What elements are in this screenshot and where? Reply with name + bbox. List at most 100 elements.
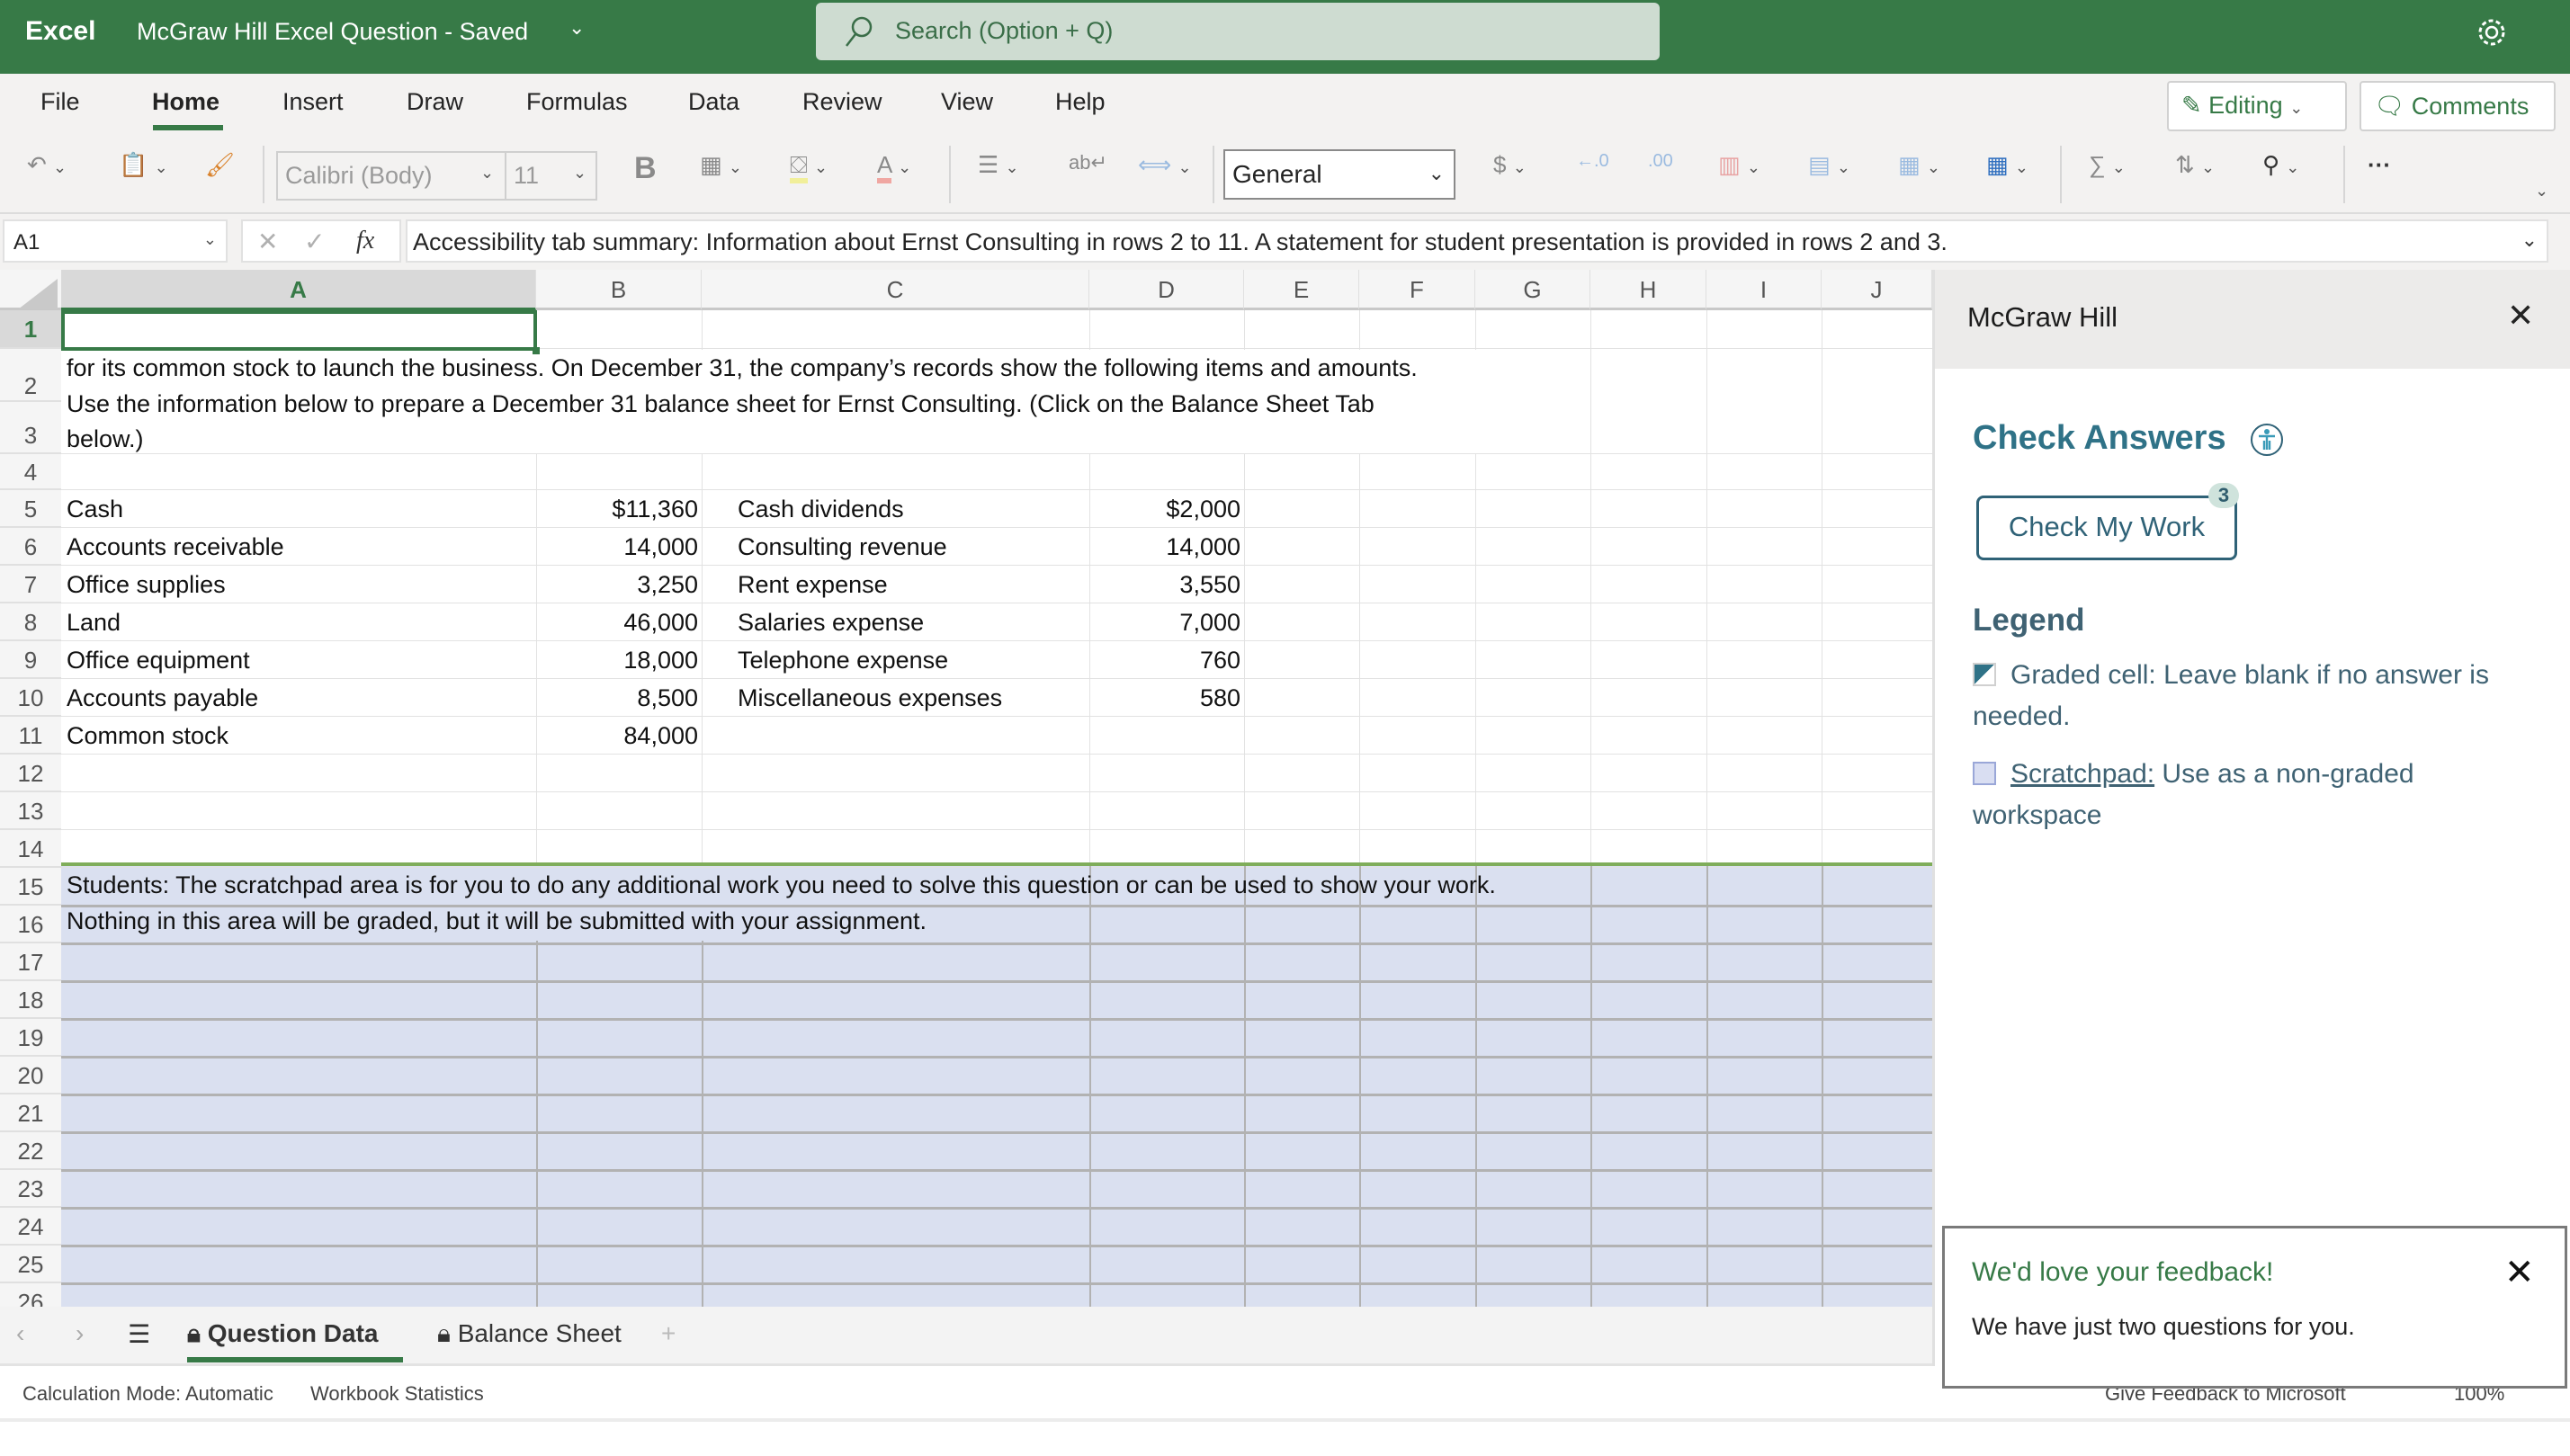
wrap-text-icon[interactable]: ab↵ [1069,151,1107,201]
sort-filter-button[interactable]: ⇅ ⌄ [2175,151,2215,201]
prev-sheet-chevron-icon[interactable]: ‹ [16,1319,24,1348]
cancel-icon[interactable]: ✕ [257,227,278,256]
function-icon[interactable]: fx [356,227,374,255]
insert-cells-button[interactable]: ▥ ⌄ [1718,151,1760,201]
select-all-corner[interactable] [0,270,61,310]
row-header-7[interactable]: 7 [0,566,61,603]
confirm-icon[interactable]: ✓ [304,227,325,256]
item-value-cell[interactable]: 580 [1089,679,1244,717]
item-label-cell[interactable]: Salaries expense [734,603,927,641]
font-name-select[interactable]: Calibri (Body) [285,162,433,190]
row-header-16[interactable]: 16 [0,906,61,943]
add-sheet-button[interactable]: + [661,1319,676,1348]
sheet-tab-balance-sheet[interactable]: 🔒︎ Balance Sheet [437,1319,622,1349]
undo-button[interactable]: ↶ ⌄ [27,151,67,201]
row-header-13[interactable]: 13 [0,792,61,830]
row-header-14[interactable]: 14 [0,830,61,868]
statement-line-3[interactable]: below.) [63,420,148,458]
format-painter-icon[interactable]: 🖌 [205,151,235,201]
paste-button[interactable]: 📋 ⌄ [119,151,168,201]
tab-review[interactable]: Review [802,88,882,116]
row-header-2[interactable]: 2 [0,349,61,402]
item-label-cell[interactable]: Common stock [63,717,232,755]
item-value-cell[interactable]: $2,000 [1089,490,1244,528]
tab-home[interactable]: Home [152,88,219,116]
item-label-cell[interactable]: Cash [63,490,127,528]
row-header-11[interactable]: 11 [0,717,61,755]
feedback-body[interactable]: We have just two questions for you. [1972,1313,2355,1341]
spreadsheet-grid[interactable]: ABCDEFGHIJ 1 2 3 4 5 6 7 8 9 10 11 12 13 14 15 16 17 18 19… [0,270,1932,1307]
statement-line-1[interactable]: for its common stock to launch the busin… [63,349,1421,387]
bold-button[interactable]: B [634,151,657,201]
decrease-decimal-icon[interactable]: ←.0 [1576,151,1609,201]
item-value-cell[interactable]: 18,000 [536,641,702,679]
formula-input[interactable]: Accessibility tab summary: Information a… [406,219,2548,263]
close-icon[interactable]: ✕ [2504,1252,2535,1293]
conditional-format-button[interactable]: ▤ ⌄ [1808,151,1850,201]
calculation-mode[interactable]: Calculation Mode: Automatic [22,1382,273,1406]
item-value-cell[interactable]: 3,250 [536,566,702,603]
scratchpad-link[interactable]: Scratchpad: [2010,759,2154,789]
column-header-h[interactable]: H [1590,270,1706,310]
accessibility-icon[interactable] [2250,423,2284,457]
row-header-25[interactable]: 25 [0,1246,61,1283]
expand-formula-chevron-icon[interactable]: ⌄ [2521,228,2538,252]
row-header-19[interactable]: 19 [0,1019,61,1057]
chevron-down-icon[interactable]: ⌄ [569,16,585,40]
row-header-12[interactable]: 12 [0,755,61,792]
column-header-i[interactable]: I [1706,270,1822,310]
scratchpad-note-1[interactable]: Students: The scratchpad area is for you… [63,866,1500,904]
row-header-23[interactable]: 23 [0,1170,61,1208]
borders-button[interactable]: ▦ ⌄ [700,151,742,201]
column-header-a[interactable]: A [61,270,536,310]
item-label-cell[interactable]: Rent expense [734,566,891,603]
row-header-20[interactable]: 20 [0,1057,61,1094]
item-label-cell[interactable]: Land [63,603,124,641]
next-sheet-chevron-icon[interactable]: › [76,1319,84,1348]
scratchpad-note-2[interactable]: Nothing in this area will be graded, but… [63,902,930,940]
document-title[interactable]: McGraw Hill Excel Question - Saved [137,18,528,46]
more-options-button[interactable]: ··· [2368,151,2391,201]
name-box[interactable]: A1 ⌄ [3,219,228,263]
tab-draw[interactable]: Draw [407,88,463,116]
item-value-cell[interactable]: 14,000 [536,528,702,566]
item-value-cell[interactable]: 14,000 [1089,528,1244,566]
item-value-cell[interactable]: 84,000 [536,717,702,755]
check-my-work-button[interactable]: Check My Work [1976,496,2237,560]
sheet-tab-question-data[interactable]: 🔒︎ Question Data [187,1319,379,1349]
align-button[interactable]: ☰ ⌄ [978,151,1019,201]
font-color-button[interactable]: A ⌄ [877,151,911,201]
fill-handle[interactable] [533,347,540,354]
workbook-statistics[interactable]: Workbook Statistics [310,1382,484,1406]
tab-help[interactable]: Help [1055,88,1106,116]
font-size-select[interactable]: 11 [514,162,539,190]
row-header-22[interactable]: 22 [0,1132,61,1170]
item-label-cell[interactable]: Accounts receivable [63,528,288,566]
autosum-button[interactable]: ∑ ⌄ [2089,151,2126,201]
item-value-cell[interactable]: 8,500 [536,679,702,717]
row-header-3[interactable]: 3 [0,402,61,454]
currency-button[interactable]: $ ⌄ [1493,151,1527,201]
find-button[interactable]: ⚲ ⌄ [2262,151,2299,201]
column-header-e[interactable]: E [1244,270,1359,310]
row-header-18[interactable]: 18 [0,981,61,1019]
row-header-6[interactable]: 6 [0,528,61,566]
tab-formulas[interactable]: Formulas [526,88,628,116]
statement-line-2[interactable]: Use the information below to prepare a D… [63,385,1378,423]
item-label-cell[interactable]: Consulting revenue [734,528,951,566]
format-cells-button[interactable]: ▦ ⌄ [1986,151,2028,201]
app-name[interactable]: Excel [25,16,95,47]
row-header-1[interactable]: 1 [0,310,61,349]
item-value-cell[interactable]: 3,550 [1089,566,1244,603]
row-header-9[interactable]: 9 [0,641,61,679]
column-header-f[interactable]: F [1359,270,1475,310]
column-header-b[interactable]: B [536,270,702,310]
selected-cell-a1[interactable] [61,310,537,351]
column-header-g[interactable]: G [1475,270,1590,310]
column-header-c[interactable]: C [702,270,1089,310]
row-header-15[interactable]: 15 [0,868,61,906]
item-label-cell[interactable]: Office equipment [63,641,254,679]
editing-mode-button[interactable]: ✎ Editing ⌄ [2167,81,2347,131]
tab-insert[interactable]: Insert [282,88,344,116]
all-sheets-menu-icon[interactable]: ☰ [128,1319,150,1349]
